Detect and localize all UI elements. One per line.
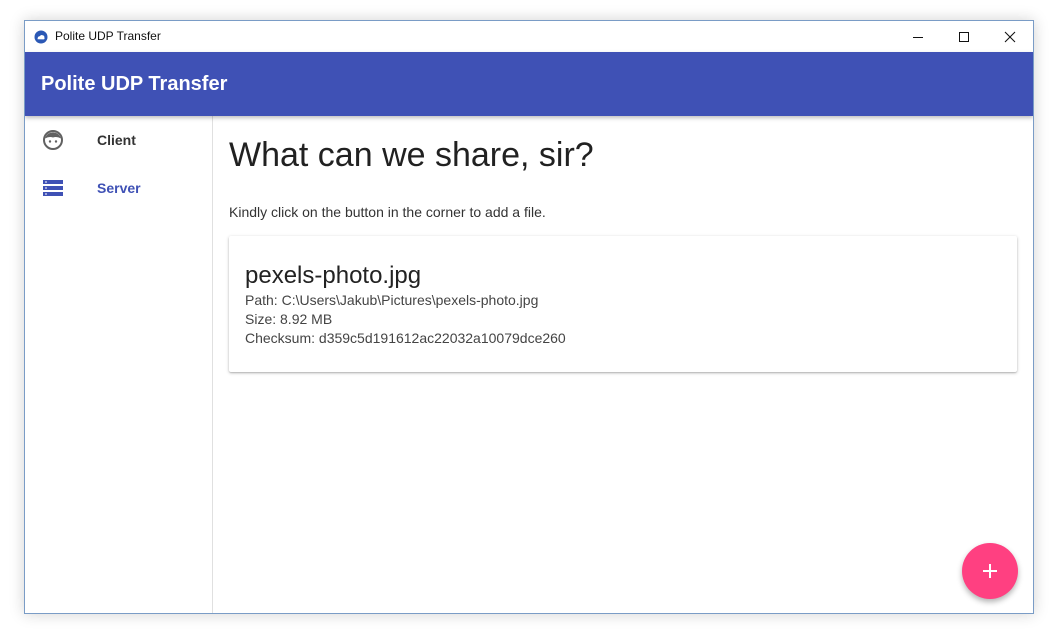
add-file-button[interactable] (962, 543, 1018, 599)
sidebar-item-client[interactable]: Client (25, 116, 212, 164)
file-size: Size: 8.92 MB (245, 311, 333, 327)
minimize-icon (913, 36, 923, 38)
app-icon (34, 30, 48, 44)
sidebar-item-server[interactable]: Server (25, 164, 212, 212)
face-icon (43, 130, 63, 150)
sidebar-nav: Client Server (25, 116, 213, 613)
plus-icon (983, 564, 997, 578)
app-bar: Polite UDP Transfer (25, 52, 1033, 116)
maximize-icon (959, 31, 969, 42)
sidebar-item-label: Client (97, 132, 136, 148)
instructions-text: Kindly click on the button in the corner… (229, 204, 546, 220)
maximize-button[interactable] (941, 21, 987, 52)
sidebar-item-label: Server (97, 180, 141, 196)
file-path: Path: C:\Users\Jakub\Pictures\pexels-pho… (245, 292, 539, 308)
minimize-button[interactable] (895, 21, 941, 52)
window-titlebar[interactable]: Polite UDP Transfer (25, 21, 1033, 52)
app-bar-title: Polite UDP Transfer (41, 73, 228, 95)
file-card[interactable]: pexels-photo.jpg Path: C:\Users\Jakub\Pi… (229, 236, 1017, 372)
main-content: What can we share, sir? Kindly click on … (213, 116, 1033, 613)
file-name: pexels-photo.jpg (245, 262, 422, 289)
window-title: Polite UDP Transfer (55, 29, 161, 43)
close-button[interactable] (987, 21, 1033, 52)
close-icon (1004, 31, 1016, 42)
app-window: Polite UDP Transfer Polite UDP Transfer (24, 20, 1034, 614)
storage-icon (43, 180, 63, 196)
file-checksum: Checksum: d359c5d191612ac22032a10079dce2… (245, 330, 566, 346)
page-title: What can we share, sir? (229, 136, 594, 174)
